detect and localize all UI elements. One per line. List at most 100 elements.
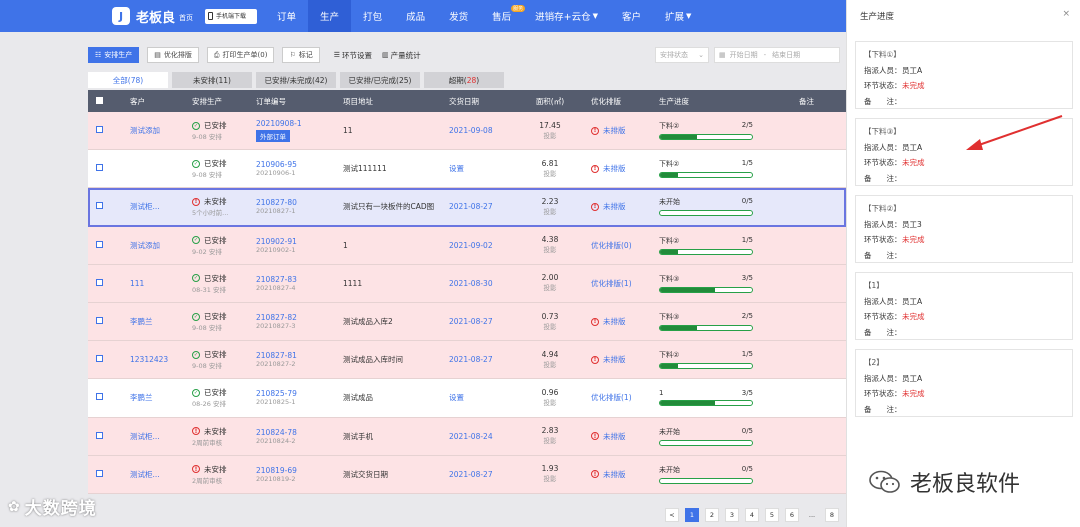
customer-cell[interactable]: 测试添加 <box>108 240 178 251</box>
tab-3[interactable]: 已安排/已完成(25) <box>340 72 420 88</box>
delivery-date-cell[interactable]: 2021-08-30 <box>449 279 523 288</box>
nav-item[interactable]: 打包 <box>351 0 394 32</box>
customer-cell[interactable]: 测试添加 <box>108 125 178 136</box>
optimize-cell[interactable]: ! 未排版 <box>577 354 659 365</box>
download-app-button[interactable]: 手机端下载 <box>205 8 258 24</box>
optimize-link[interactable]: ! 未排版 <box>591 163 659 174</box>
print-order-button[interactable]: ⎙ 打印生产单(0) <box>206 47 275 63</box>
row-checkbox[interactable] <box>96 355 103 363</box>
customer-cell[interactable]: 李鹏兰 <box>108 392 178 403</box>
progress-cell[interactable]: 未开始 0/5 <box>659 197 767 217</box>
table-row[interactable]: 测试添加 ✓ 已安排 9-02 安排 210902-91 20210902-1 1 2021-… <box>88 226 846 265</box>
table-row[interactable]: 测试柜...! 未安排 5个小时前... 210827-80 20210827-1 测试只… <box>88 188 846 227</box>
nav-item[interactable]: 生产 <box>308 0 352 32</box>
tab-1[interactable]: 未安排(11) <box>172 72 252 88</box>
delivery-date-cell[interactable]: 2021-09-02 <box>449 241 523 250</box>
progress-cell[interactable]: 下料② 2/5 <box>659 121 767 141</box>
optimize-layout-button[interactable]: ▤ 优化排版 <box>147 47 199 63</box>
page-button[interactable]: 8 <box>825 508 839 522</box>
home-link[interactable]: 首页 <box>179 13 193 23</box>
optimize-cell[interactable]: ! 未排版 <box>577 125 659 136</box>
order-number-link[interactable]: 210902-91 <box>256 237 343 246</box>
order-number-link[interactable]: 210827-83 <box>256 275 343 284</box>
optimize-link[interactable]: ! 未排版 <box>591 469 659 480</box>
optimize-link[interactable]: 优化排版(0) <box>591 240 659 251</box>
optimize-link[interactable]: ! 未排版 <box>591 125 659 136</box>
row-checkbox[interactable] <box>96 202 103 210</box>
order-number-link[interactable]: 210827-81 <box>256 351 343 360</box>
date-range-picker[interactable]: ▦ 开始日期 - 结束日期 <box>714 47 840 63</box>
progress-cell[interactable]: 1 3/5 <box>659 389 767 407</box>
nav-item[interactable]: 售后 服务 <box>480 0 526 32</box>
table-row[interactable]: 李鹏兰 ✓ 已安排 9-08 安排 210827-82 20210827-3 测试成品入库2… <box>88 302 846 342</box>
nav-item[interactable]: 进销存+云仓 ▼ <box>523 0 610 32</box>
progress-cell[interactable]: 下料② 1/5 <box>659 350 767 370</box>
page-button[interactable]: 1 <box>685 508 699 522</box>
progress-cell[interactable]: 未开始 0/5 <box>659 427 767 446</box>
page-button[interactable]: 6 <box>785 508 799 522</box>
page-button[interactable]: 2 <box>705 508 719 522</box>
order-number-link[interactable]: 210906-95 <box>256 160 343 169</box>
row-checkbox[interactable] <box>96 317 103 325</box>
nav-item[interactable]: 客户 <box>610 0 653 32</box>
optimize-link[interactable]: ! 未排版 <box>591 316 659 327</box>
delivery-date-cell[interactable]: 2021-08-24 <box>449 432 523 441</box>
logo[interactable]: J 老板良 首页 <box>112 7 193 26</box>
nav-item[interactable]: 发货 <box>437 0 480 32</box>
progress-cell[interactable]: 下料② 1/5 <box>659 159 767 179</box>
tab-4[interactable]: 超期(28) <box>424 72 504 88</box>
delivery-date-cell[interactable]: 2021-08-27 <box>449 202 523 211</box>
status-filter-select[interactable]: 安排状态 ⌄ <box>655 47 709 63</box>
customer-cell[interactable]: 测试柜... <box>108 469 178 480</box>
optimize-link[interactable]: ! 未排版 <box>591 201 659 212</box>
row-checkbox[interactable] <box>96 469 103 477</box>
optimize-cell[interactable]: 优化排版(0) <box>577 240 659 251</box>
delivery-date-cell[interactable]: 2021-08-27 <box>449 355 523 364</box>
optimize-link[interactable]: ! 未排版 <box>591 431 659 442</box>
customer-cell[interactable]: 测试柜... <box>108 201 178 212</box>
row-checkbox[interactable] <box>96 278 103 286</box>
order-number-link[interactable]: 210827-80 <box>256 198 343 207</box>
customer-cell[interactable]: 李鹏兰 <box>108 316 178 327</box>
row-checkbox[interactable] <box>96 393 103 401</box>
table-row[interactable]: 测试柜...! 未安排 2周前审核 210824-78 20210824-2 测试手机 20… <box>88 417 846 456</box>
prev-page-button[interactable]: < <box>665 508 679 522</box>
optimize-cell[interactable]: ! 未排版 <box>577 431 659 442</box>
select-all-checkbox[interactable] <box>96 96 103 104</box>
order-number-link[interactable]: 210827-82 <box>256 313 343 322</box>
optimize-link[interactable]: 优化排版(1) <box>591 392 659 403</box>
row-checkbox[interactable] <box>96 431 103 439</box>
customer-cell[interactable]: 111 <box>108 279 178 288</box>
page-button[interactable]: 5 <box>765 508 779 522</box>
optimize-link[interactable]: 优化排版(1) <box>591 278 659 289</box>
delivery-date-cell[interactable]: 设置 <box>449 163 523 174</box>
progress-cell[interactable]: 下料② 1/5 <box>659 236 767 255</box>
table-row[interactable]: 12312423 ✓ 已安排 9-08 安排 210827-81 20210827-2 测试… <box>88 341 846 380</box>
row-checkbox[interactable] <box>96 240 103 248</box>
close-icon[interactable]: × <box>1062 9 1070 19</box>
nav-item[interactable]: 订单 <box>265 0 308 32</box>
start-date-input[interactable]: 开始日期 <box>730 50 758 60</box>
optimize-cell[interactable]: ! 未排版 <box>577 469 659 480</box>
arrange-production-button[interactable]: ☷ 安排生产 <box>88 47 140 63</box>
order-number-link[interactable]: 20210908-1 <box>256 119 343 128</box>
customer-cell[interactable]: 测试柜... <box>108 431 178 442</box>
page-button[interactable]: 3 <box>725 508 739 522</box>
order-number-link[interactable]: 210825-79 <box>256 389 343 398</box>
tab-2[interactable]: 已安排/未完成(42) <box>256 72 336 88</box>
order-number-link[interactable]: 210819-69 <box>256 466 343 475</box>
table-row[interactable]: 111 ✓ 已安排 08-31 安排 210827-83 20210827-4 1111 20… <box>88 264 846 303</box>
optimize-link[interactable]: ! 未排版 <box>591 354 659 365</box>
nav-item[interactable]: 扩展 ▼ <box>653 0 703 32</box>
mark-button[interactable]: ⚐ 标记 <box>282 47 320 63</box>
optimize-cell[interactable]: ! 未排版 <box>577 316 659 327</box>
nav-item[interactable]: 成品 <box>394 0 437 32</box>
row-checkbox[interactable] <box>96 126 103 134</box>
table-row[interactable]: ✓ 已安排 9-08 安排 210906-95 20210906-1 测试111111 设置… <box>88 150 846 189</box>
output-stats-link[interactable]: ▥ 产量统计 <box>382 50 421 61</box>
step-setting-link[interactable]: ☰ 环节设置 <box>334 50 372 61</box>
row-checkbox[interactable] <box>96 164 103 172</box>
table-row[interactable]: 测试添加 ✓ 已安排 9-08 安排 20210908-1 外部订单 11 2021-09-0… <box>88 112 846 151</box>
delivery-date-cell[interactable]: 设置 <box>449 392 523 403</box>
optimize-cell[interactable]: ! 未排版 <box>577 201 659 212</box>
